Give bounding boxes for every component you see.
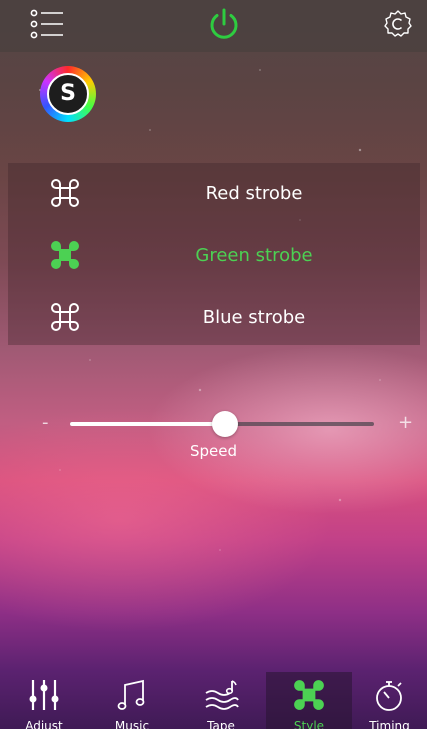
command-icon — [48, 300, 82, 334]
app-screen: S Red strobe Green strobe Blue strobe - … — [0, 0, 427, 729]
nav-item-style[interactable]: Style — [266, 672, 352, 729]
nav-item-music[interactable]: Music — [88, 672, 176, 729]
strobe-item-green[interactable]: Green strobe — [8, 225, 420, 285]
stopwatch-icon — [371, 676, 409, 714]
speed-decrease-button[interactable]: - — [42, 412, 49, 433]
nav-label: Style — [293, 719, 325, 729]
brand-logo-letter: S — [60, 81, 76, 106]
gear-icon — [383, 9, 413, 43]
menu-button[interactable] — [28, 6, 68, 46]
brand-logo: S — [40, 66, 96, 122]
music-note-icon — [113, 676, 151, 714]
nav-label: Tape — [207, 719, 235, 729]
nav-label: Timing — [369, 719, 410, 729]
brand-logo-inner: S — [47, 73, 89, 115]
nav-item-adjust[interactable]: Adjust — [0, 672, 88, 729]
command-icon — [290, 676, 328, 714]
strobe-item-red[interactable]: Red strobe — [8, 163, 420, 223]
speed-label: Speed — [189, 442, 238, 460]
nav-label: Music — [114, 719, 150, 729]
speed-control: - + Speed — [0, 400, 427, 470]
bottom-nav: Adjust Music Tape Style Timing — [0, 672, 427, 729]
list-menu-icon — [30, 8, 66, 44]
sliders-icon — [25, 676, 63, 714]
nav-label: Adjust — [25, 719, 63, 729]
brand-row: S — [0, 52, 427, 162]
top-bar — [0, 0, 427, 52]
speed-slider-thumb[interactable] — [212, 411, 239, 437]
waves-icon — [202, 676, 240, 714]
strobe-label: Blue strobe — [202, 306, 306, 328]
strobe-label: Red strobe — [205, 182, 303, 204]
command-icon — [48, 238, 82, 272]
strobe-item-blue[interactable]: Blue strobe — [8, 287, 420, 347]
strobe-list: Red strobe Green strobe Blue strobe — [8, 163, 420, 345]
nav-item-timing[interactable]: Timing — [352, 672, 427, 729]
strobe-label: Green strobe — [195, 244, 313, 266]
speed-slider[interactable] — [70, 411, 374, 437]
settings-button[interactable] — [378, 6, 418, 46]
speed-increase-button[interactable]: + — [398, 412, 413, 433]
nav-item-tape[interactable]: Tape — [176, 672, 266, 729]
speed-slider-fill — [70, 422, 226, 426]
command-icon — [48, 176, 82, 210]
power-button[interactable] — [204, 6, 244, 46]
power-icon — [206, 6, 242, 46]
